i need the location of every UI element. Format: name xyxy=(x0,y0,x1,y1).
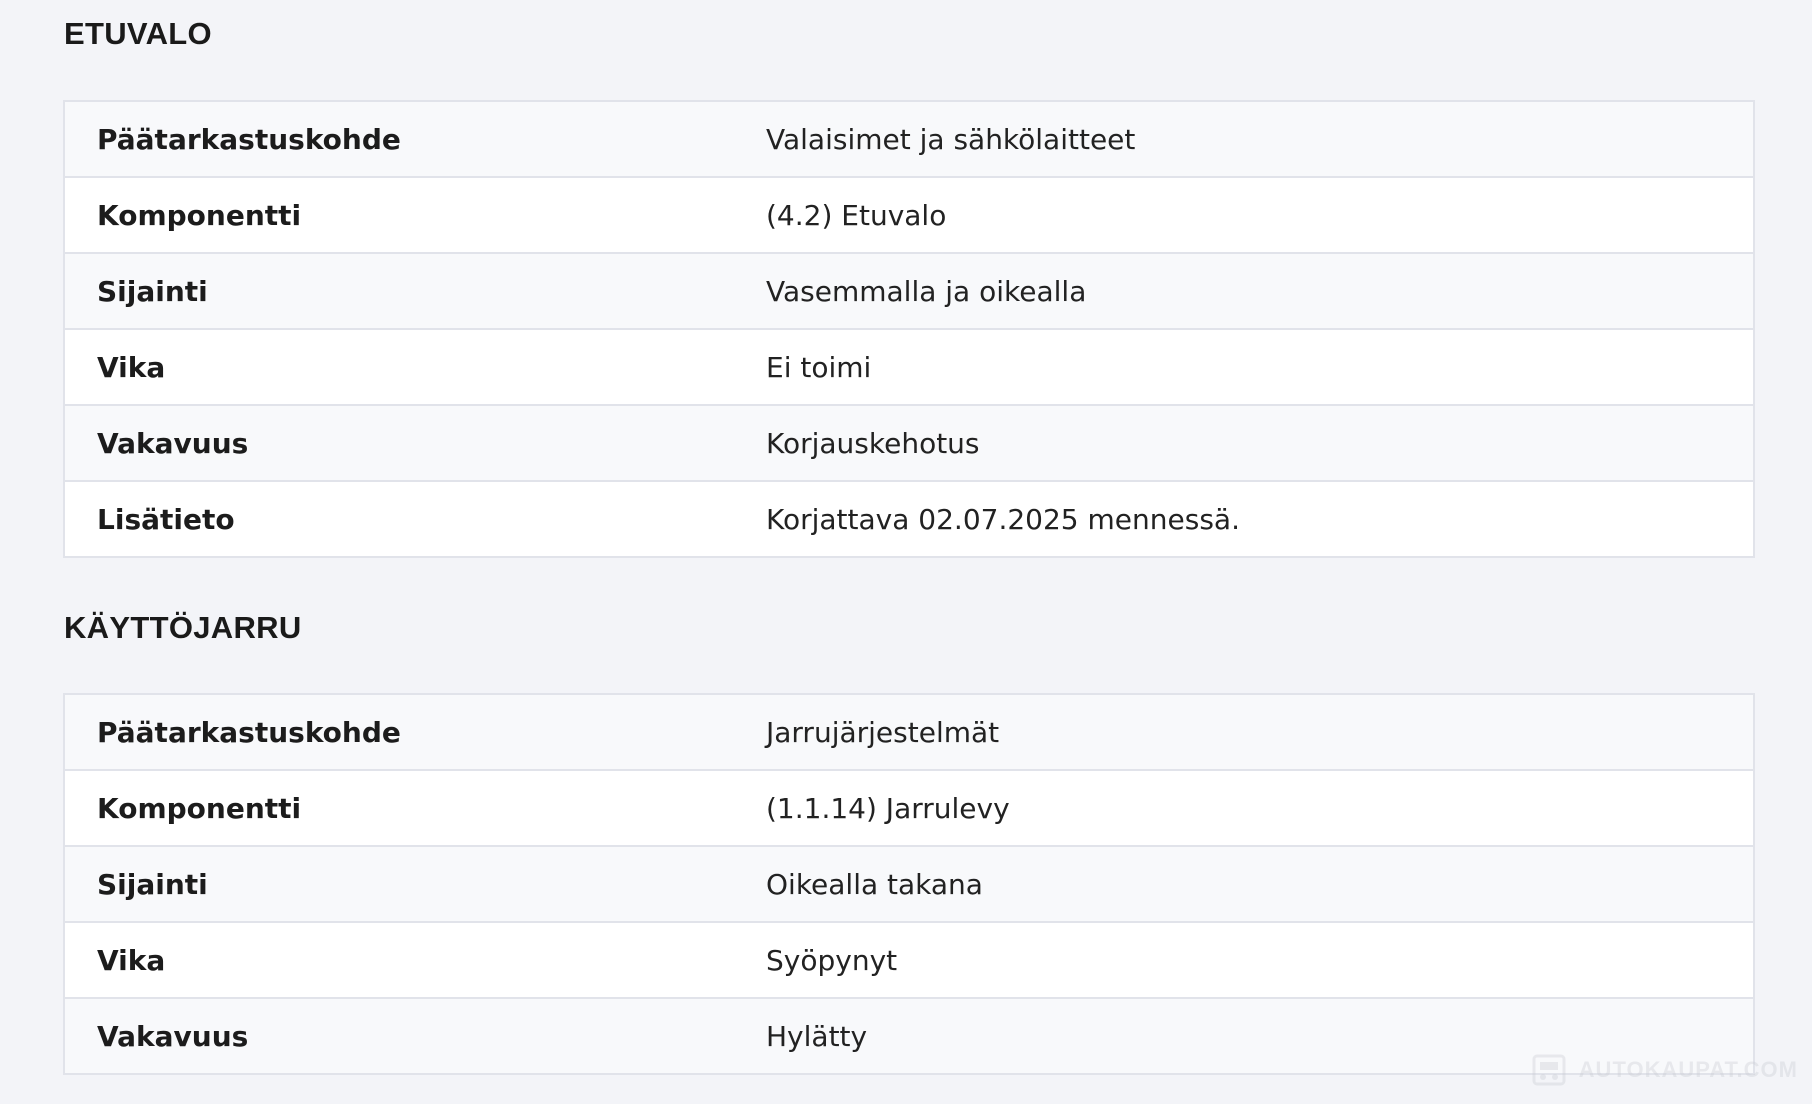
row-value: Syöpynyt xyxy=(766,943,898,977)
table-row: Vakavuus Hylätty xyxy=(65,999,1753,1073)
table-row: Sijainti Oikealla takana xyxy=(65,847,1753,923)
row-value: (1.1.14) Jarrulevy xyxy=(766,791,1010,825)
row-label: Lisätieto xyxy=(97,502,235,536)
table-row: Päätarkastuskohde Jarrujärjestelmät xyxy=(65,695,1753,771)
table-row: Komponentti (1.1.14) Jarrulevy xyxy=(65,771,1753,847)
section-title-etuvalo: ETUVALO xyxy=(64,16,212,51)
row-value: Hylätty xyxy=(766,1019,868,1053)
row-value: Oikealla takana xyxy=(766,867,983,901)
inspection-table-kayttojarru: Päätarkastuskohde Jarrujärjestelmät Komp… xyxy=(63,693,1755,1075)
inspection-report-page: ETUVALO Päätarkastuskohde Valaisimet ja … xyxy=(0,0,1812,1104)
row-value: Vasemmalla ja oikealla xyxy=(766,274,1087,308)
row-label: Päätarkastuskohde xyxy=(97,715,401,749)
table-row: Sijainti Vasemmalla ja oikealla xyxy=(65,254,1753,330)
table-row: Komponentti (4.2) Etuvalo xyxy=(65,178,1753,254)
row-label: Sijainti xyxy=(97,274,208,308)
row-label: Vakavuus xyxy=(97,426,249,460)
row-label: Vika xyxy=(97,350,166,384)
row-label: Päätarkastuskohde xyxy=(97,122,401,156)
row-value: Jarrujärjestelmät xyxy=(766,715,1000,749)
section-title-kayttojarru: KÄYTTÖJARRU xyxy=(64,610,302,645)
row-value: Korjattava 02.07.2025 mennessä. xyxy=(766,502,1240,536)
row-label: Komponentti xyxy=(97,791,302,825)
table-row: Vika Syöpynyt xyxy=(65,923,1753,999)
table-row: Vika Ei toimi xyxy=(65,330,1753,406)
row-value: Korjauskehotus xyxy=(766,426,980,460)
table-row: Päätarkastuskohde Valaisimet ja sähkölai… xyxy=(65,102,1753,178)
row-value: (4.2) Etuvalo xyxy=(766,198,947,232)
table-row: Vakavuus Korjauskehotus xyxy=(65,406,1753,482)
watermark-logo: AUTOKAUPAT.COM xyxy=(1531,1050,1798,1090)
row-label: Vakavuus xyxy=(97,1019,249,1053)
table-row: Lisätieto Korjattava 02.07.2025 mennessä… xyxy=(65,482,1753,556)
row-label: Sijainti xyxy=(97,867,208,901)
inspection-table-etuvalo: Päätarkastuskohde Valaisimet ja sähkölai… xyxy=(63,100,1755,558)
watermark-text: AUTOKAUPAT.COM xyxy=(1578,1057,1798,1082)
row-value: Ei toimi xyxy=(766,350,872,384)
row-label: Komponentti xyxy=(97,198,302,232)
car-logo-icon xyxy=(1531,1050,1571,1090)
row-label: Vika xyxy=(97,943,166,977)
row-value: Valaisimet ja sähkölaitteet xyxy=(766,122,1136,156)
